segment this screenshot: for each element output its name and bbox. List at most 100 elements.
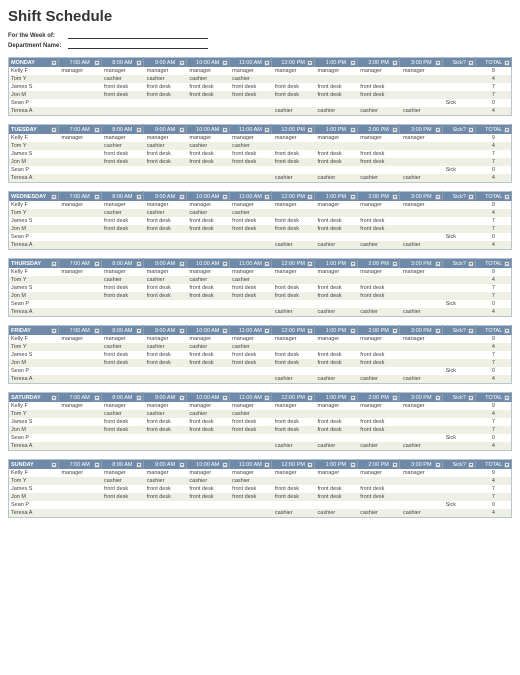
sick-cell[interactable]: Sick [443, 367, 476, 375]
shift-cell[interactable]: manager [315, 67, 358, 75]
shift-cell[interactable]: front desk [272, 150, 315, 158]
chevron-down-icon[interactable] [350, 328, 356, 334]
shift-cell[interactable]: cashier [357, 375, 400, 384]
sick-cell[interactable] [443, 442, 476, 451]
shift-cell[interactable]: cashier [229, 343, 272, 351]
shift-cell[interactable]: cashier [144, 343, 187, 351]
shift-cell[interactable] [58, 493, 101, 501]
sick-header[interactable]: Sick? [443, 192, 476, 202]
hour-header[interactable]: 9:00 AM [144, 259, 187, 269]
hour-header[interactable]: 1:00 PM [315, 326, 358, 336]
shift-cell[interactable] [144, 442, 187, 451]
chevron-down-icon[interactable] [435, 60, 441, 66]
chevron-down-icon[interactable] [222, 261, 228, 267]
shift-cell[interactable] [144, 241, 187, 250]
shift-cell[interactable]: manager [229, 335, 272, 343]
shift-cell[interactable] [272, 75, 315, 83]
shift-cell[interactable]: cashier [186, 343, 229, 351]
shift-cell[interactable]: manager [101, 268, 144, 276]
shift-cell[interactable] [315, 142, 358, 150]
shift-cell[interactable]: front desk [186, 158, 229, 166]
shift-cell[interactable]: front desk [357, 150, 400, 158]
chevron-down-icon[interactable] [350, 462, 356, 468]
shift-cell[interactable]: manager [101, 201, 144, 209]
chevron-down-icon[interactable] [51, 462, 57, 468]
sick-header[interactable]: Sick? [443, 259, 476, 269]
sick-cell[interactable] [443, 174, 476, 183]
shift-cell[interactable]: front desk [272, 158, 315, 166]
hour-header[interactable]: 3:00 PM [400, 125, 443, 135]
hour-header[interactable]: 2:00 PM [357, 58, 400, 68]
shift-cell[interactable] [272, 276, 315, 284]
shift-cell[interactable] [400, 83, 443, 91]
shift-cell[interactable] [272, 142, 315, 150]
shift-cell[interactable] [315, 233, 358, 241]
shift-cell[interactable]: manager [186, 67, 229, 75]
chevron-down-icon[interactable] [179, 395, 185, 401]
shift-cell[interactable] [400, 292, 443, 300]
shift-cell[interactable] [186, 442, 229, 451]
sick-cell[interactable] [443, 142, 476, 150]
shift-cell[interactable]: cashier [186, 410, 229, 418]
sick-header[interactable]: Sick? [443, 460, 476, 470]
chevron-down-icon[interactable] [94, 194, 100, 200]
shift-cell[interactable]: front desk [144, 351, 187, 359]
shift-cell[interactable] [400, 367, 443, 375]
day-header[interactable]: MONDAY [9, 58, 59, 68]
shift-cell[interactable]: cashier [272, 241, 315, 250]
shift-cell[interactable]: cashier [101, 142, 144, 150]
hour-header[interactable]: 12:00 PM [272, 192, 315, 202]
chevron-down-icon[interactable] [468, 395, 474, 401]
shift-cell[interactable] [400, 209, 443, 217]
shift-cell[interactable]: manager [186, 469, 229, 477]
shift-cell[interactable] [186, 509, 229, 518]
shift-cell[interactable]: front desk [272, 83, 315, 91]
shift-cell[interactable] [58, 209, 101, 217]
sick-cell[interactable]: Sick [443, 300, 476, 308]
shift-cell[interactable] [315, 300, 358, 308]
chevron-down-icon[interactable] [136, 328, 142, 334]
hour-header[interactable]: 1:00 PM [315, 192, 358, 202]
shift-cell[interactable] [58, 418, 101, 426]
hour-header[interactable]: 7:00 AM [58, 393, 101, 403]
shift-cell[interactable]: manager [186, 201, 229, 209]
hour-header[interactable]: 8:00 AM [101, 58, 144, 68]
shift-cell[interactable]: manager [315, 134, 358, 142]
shift-cell[interactable]: front desk [186, 351, 229, 359]
hour-header[interactable]: 9:00 AM [144, 58, 187, 68]
shift-cell[interactable]: manager [315, 469, 358, 477]
shift-cell[interactable] [144, 375, 187, 384]
shift-cell[interactable]: front desk [357, 351, 400, 359]
shift-cell[interactable]: cashier [144, 75, 187, 83]
shift-cell[interactable]: front desk [357, 359, 400, 367]
shift-cell[interactable]: front desk [315, 284, 358, 292]
shift-cell[interactable] [144, 509, 187, 518]
chevron-down-icon[interactable] [136, 194, 142, 200]
chevron-down-icon[interactable] [392, 127, 398, 133]
chevron-down-icon[interactable] [435, 194, 441, 200]
shift-cell[interactable]: front desk [315, 351, 358, 359]
hour-header[interactable]: 10:00 AM [186, 326, 229, 336]
shift-cell[interactable] [272, 367, 315, 375]
shift-cell[interactable]: cashier [357, 174, 400, 183]
shift-cell[interactable]: front desk [272, 426, 315, 434]
shift-cell[interactable]: front desk [186, 426, 229, 434]
shift-cell[interactable] [58, 485, 101, 493]
shift-cell[interactable] [400, 434, 443, 442]
shift-cell[interactable] [400, 485, 443, 493]
shift-cell[interactable] [357, 142, 400, 150]
shift-cell[interactable]: manager [400, 268, 443, 276]
shift-cell[interactable]: cashier [101, 75, 144, 83]
shift-cell[interactable] [400, 426, 443, 434]
shift-cell[interactable] [101, 107, 144, 116]
chevron-down-icon[interactable] [392, 395, 398, 401]
shift-cell[interactable]: manager [357, 402, 400, 410]
shift-cell[interactable]: cashier [144, 142, 187, 150]
shift-cell[interactable]: front desk [186, 485, 229, 493]
chevron-down-icon[interactable] [468, 462, 474, 468]
shift-cell[interactable]: manager [272, 469, 315, 477]
shift-cell[interactable] [357, 276, 400, 284]
chevron-down-icon[interactable] [222, 60, 228, 66]
shift-cell[interactable]: front desk [315, 91, 358, 99]
shift-cell[interactable] [357, 410, 400, 418]
